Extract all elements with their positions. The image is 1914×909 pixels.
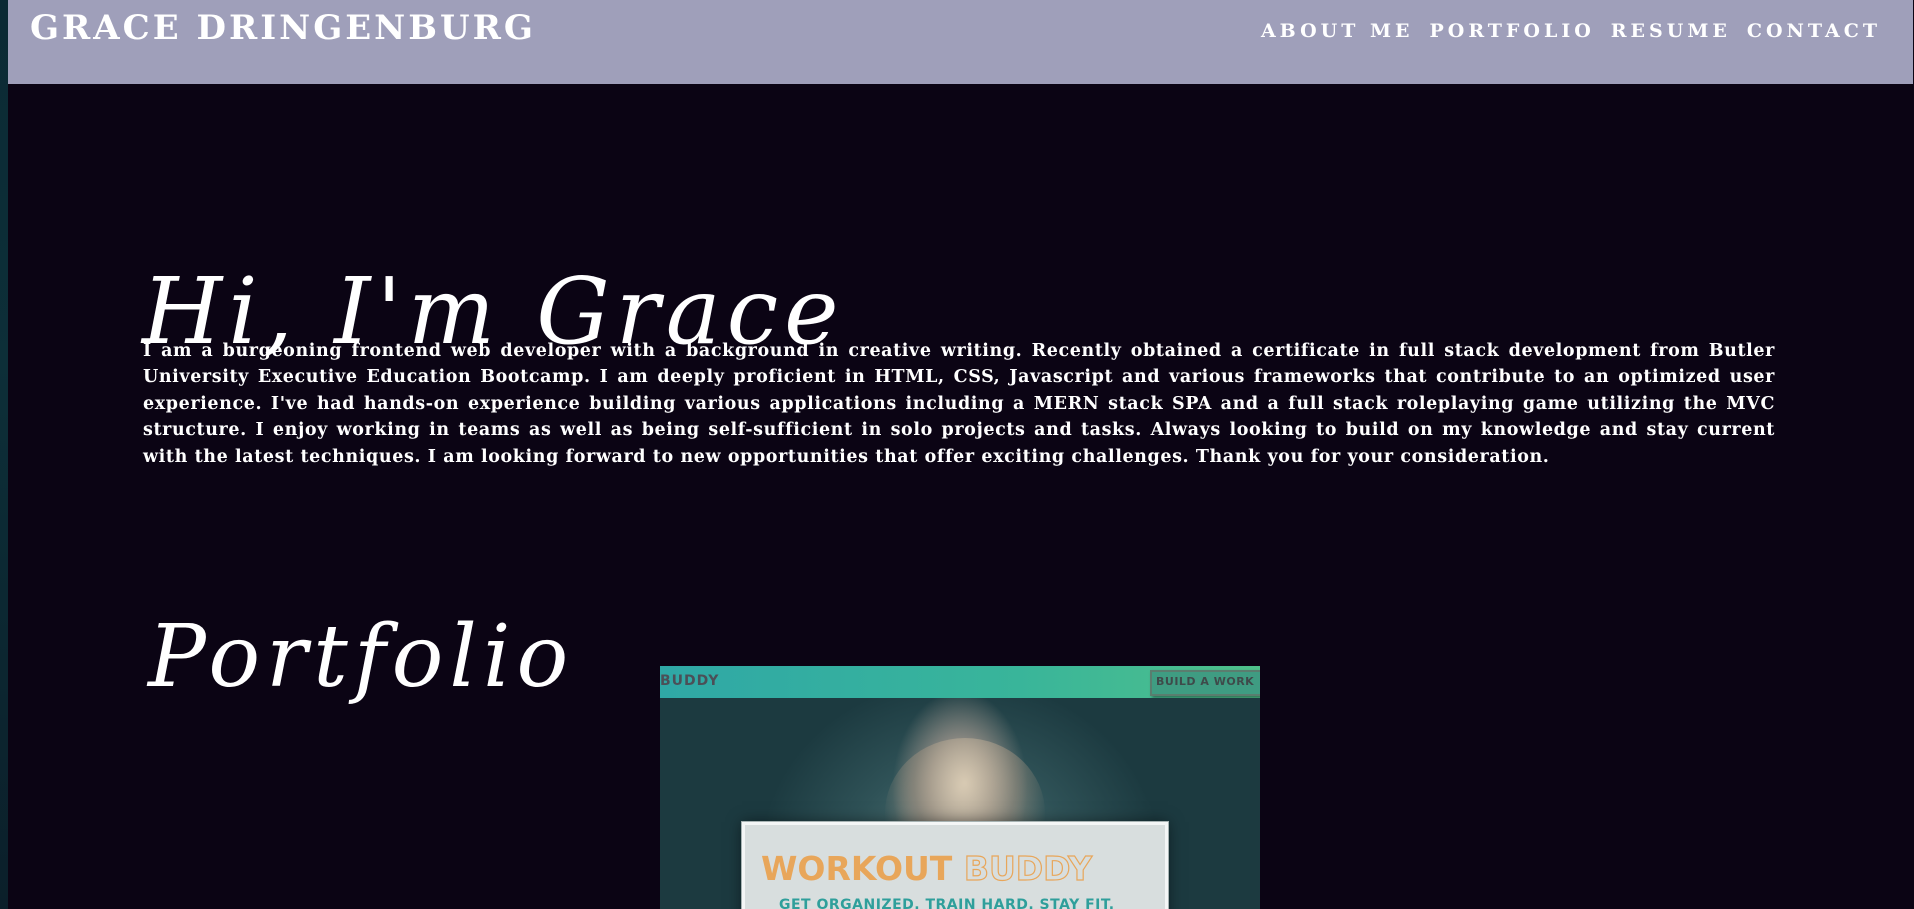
site-header: GRACE DRINGENBURG ABOUT ME PORTFOLIO RES… [8,0,1913,84]
portfolio-heading: Portfolio [148,607,575,708]
nav-link-about-me[interactable]: ABOUT ME [1261,20,1414,42]
nav-link-contact[interactable]: CONTACT [1747,20,1881,42]
project-screenshot-build-button: BUILD A WORK [1150,670,1260,696]
site-brand[interactable]: GRACE DRINGENBURG [30,8,536,48]
about-bio: I am a burgeoning frontend web developer… [143,340,1775,467]
project-title-part2: BUDDY [963,848,1093,888]
project-screenshot-navbar: BUDDY BUILD A WORK [660,666,1260,698]
left-edge-strip [0,0,8,909]
nav-link-resume[interactable]: RESUME [1611,20,1731,42]
project-screenshot-title-panel: WORKOUT BUDDY GET ORGANIZED. TRAIN HARD.… [741,821,1169,909]
project-card-workout-buddy[interactable]: BUDDY BUILD A WORK WORKOUT BUDDY GET ORG… [660,666,1260,909]
main-nav: ABOUT ME PORTFOLIO RESUME CONTACT [1261,20,1881,42]
project-screenshot-build-button-label: BUILD A WORK [1156,675,1255,688]
project-screenshot-brand: BUDDY [660,673,720,689]
project-tagline: GET ORGANIZED. TRAIN HARD. STAY FIT. [779,897,1115,909]
project-title-part1: WORKOUT [761,849,953,888]
project-title: WORKOUT BUDDY [761,848,1093,888]
nav-link-portfolio[interactable]: PORTFOLIO [1429,20,1594,42]
